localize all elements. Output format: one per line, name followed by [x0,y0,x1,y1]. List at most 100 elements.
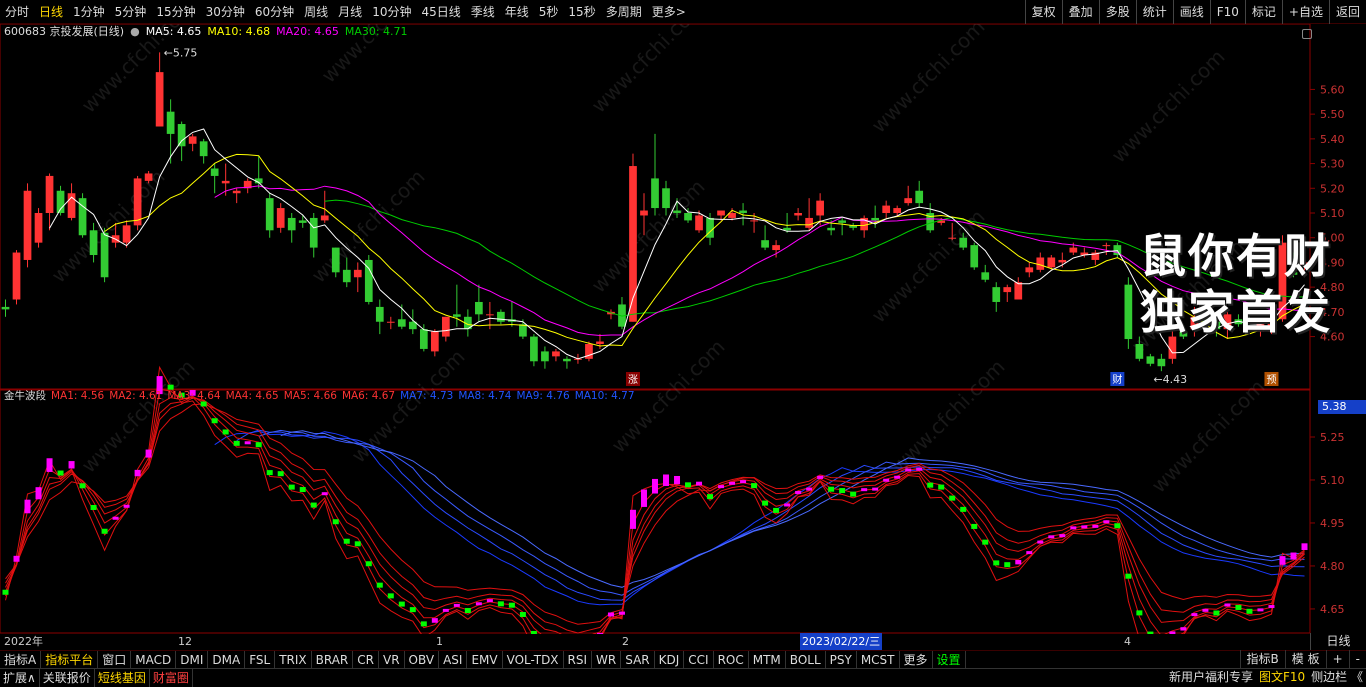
indicator-name[interactable]: 金牛波段 [4,389,46,404]
indicator-tab[interactable]: FSL [245,650,276,669]
indicator-tab[interactable]: ROC [714,650,749,669]
ma-settings-icon[interactable]: ● [130,24,140,40]
period-tab[interactable]: 年线 [500,0,534,24]
ma20-label: MA20: 4.65 [276,25,339,38]
toolbar-right-button[interactable]: 统计 [1135,0,1173,24]
trading-app: { "toolbar":{"periods":["分时","日线","1分钟",… [0,0,1366,687]
indicator-tab[interactable]: WR [592,650,622,669]
indicator-tab[interactable]: 指标平台 [41,650,99,669]
indicator-tab[interactable]: MTM [749,650,786,669]
toolbar-right-button[interactable]: 复权 [1024,0,1062,24]
period-tab[interactable]: 15秒 [563,0,600,24]
indicator-tab[interactable]: KDJ [655,650,685,669]
toolbar-right-button[interactable]: +自选 [1281,0,1329,24]
band-signal-mark [211,418,218,424]
stock-title: 600683 京投发展(日线) [4,25,125,38]
period-tab[interactable]: 10分钟 [367,0,416,24]
indicator-ma-label: MA4: 4.65 [225,390,279,402]
indicator-tab[interactable]: 窗口 [98,650,132,669]
time-axis: 2022年 12 1 2 2023/02/22/三 4 [0,633,1310,650]
band-red-line [5,403,1305,625]
indicator-tab[interactable]: MACD [131,650,177,669]
band-signal-mark [1026,551,1033,555]
bottom-tab[interactable]: 关联报价 [40,668,95,687]
candle-body [651,178,659,209]
toolbar-right-button[interactable]: 叠加 [1061,0,1099,24]
period-button[interactable]: 日线 [1310,633,1366,650]
indicator-tab[interactable]: 更多 [900,650,933,669]
ind-axis-label: 4.95 [1320,517,1345,530]
period-tab[interactable]: 月线 [333,0,367,24]
indicator-tab[interactable]: RSI [564,650,593,669]
indicator-tab[interactable]: DMA [208,650,246,669]
indicator-tab[interactable]: OBV [405,650,440,669]
indicator-tab[interactable]: EMV [467,650,503,669]
time-label: 2022年 [4,635,43,648]
watermark-text: www.cfchi.com [1107,45,1230,168]
period-tab[interactable]: 周线 [299,0,333,24]
band-signal-mark [519,611,526,617]
indicator-tab[interactable]: MCST [857,650,900,669]
indicator-tab[interactable]: CCI [684,650,714,669]
indicator-tab[interactable]: PSY [826,650,857,669]
toolbar-right-button[interactable]: 标记 [1244,0,1282,24]
band-signal-mark [652,478,658,494]
period-tab[interactable]: 15分钟 [151,0,200,24]
indicator-tab[interactable]: TRIX [275,650,312,669]
indicator-tab[interactable]: 设置 [933,650,966,669]
promo-overlay: 鼠你有财 独家首发 [1140,228,1332,340]
indicator-tab[interactable]: ASI [439,650,468,669]
period-tab[interactable]: 日线 [34,0,68,24]
candle-body [563,358,571,362]
period-tab[interactable]: 5秒 [534,0,564,24]
band-signal-mark [828,486,835,492]
band-signal-mark [883,478,890,482]
candle-body [342,269,351,283]
watermark-text: www.cfchi.com [347,345,470,468]
period-tab[interactable]: 1分钟 [68,0,110,24]
indicator-tab[interactable]: VOL-TDX [503,650,564,669]
indicator-tab[interactable]: BOLL [786,650,826,669]
indicator-tab-right[interactable]: 指标B [1239,650,1285,668]
candle-body [816,200,824,216]
period-tab[interactable]: 5分钟 [110,0,152,24]
period-tab[interactable]: 30分钟 [201,0,250,24]
toolbar-right-button[interactable]: 返回 [1328,0,1366,24]
candle-body [34,213,43,243]
band-signal-mark [79,483,86,489]
period-tab[interactable]: 季线 [466,0,500,24]
bottom-tab[interactable]: 短线基因 [95,668,150,687]
toolbar-right-button[interactable]: 画线 [1172,0,1210,24]
candle-body [486,314,494,316]
candle-body [133,178,142,226]
indicator-tab[interactable]: BRAR [312,650,354,669]
toolbar-right-button[interactable]: 多股 [1098,0,1136,24]
period-tab[interactable]: 60分钟 [250,0,299,24]
bottom-tab-right[interactable]: 侧边栏 《 [1308,668,1366,687]
toolbar-right-button[interactable]: F10 [1209,0,1245,24]
indicator-tab[interactable]: 指标A [0,650,42,669]
candle-body [717,210,725,216]
period-tab[interactable]: 多周期 [601,0,647,24]
period-tab[interactable]: 分时 [0,0,34,24]
bottom-tab-right[interactable]: 图文F10 [1256,668,1308,687]
event-marker-forecast: 预 [1266,374,1276,386]
indicator-tab[interactable]: VR [379,650,405,669]
indicator-tab[interactable]: SAR [621,650,655,669]
indicator-tab[interactable]: CR [353,650,379,669]
window-max-icon[interactable] [1302,29,1312,39]
bottom-tab[interactable]: 扩展∧ [0,668,40,687]
indicator-tab-right[interactable]: - [1348,650,1366,668]
period-tab[interactable]: 45日线 [416,0,465,24]
bottom-tab-right[interactable]: 新用户福利专享 [1166,668,1256,687]
bottom-tab[interactable]: 财富圈 [150,668,193,687]
candle-body [1146,356,1155,364]
period-tab[interactable]: 更多> [647,0,691,24]
indicator-tab[interactable]: DMI [176,650,209,669]
candle-body [596,341,604,344]
band-signal-mark [607,612,614,617]
band-signal-mark [850,491,857,497]
price-info-bar: 600683 京投发展(日线) ● MA5: 4.65 MA10: 4.68 M… [4,24,408,40]
indicator-tab-right[interactable]: + [1325,650,1349,668]
indicator-tab-right[interactable]: 模 板 [1284,650,1326,668]
